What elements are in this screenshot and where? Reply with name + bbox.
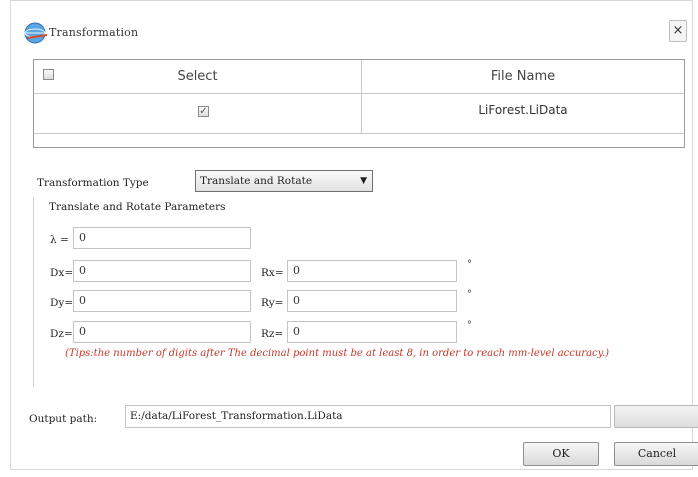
ry-degree-symbol: ° — [467, 289, 472, 300]
dz-input[interactable]: 0 — [73, 321, 251, 343]
lambda-input[interactable]: 0 — [73, 227, 251, 249]
transformation-dialog: Transformation × Select File Name ✓ LiFo… — [10, 0, 698, 470]
dz-label: Dz= — [50, 328, 73, 340]
browse-button[interactable] — [614, 405, 698, 428]
file-name-cell: LiForest.LiData — [478, 103, 568, 117]
parameters-group: Translate and Rotate Parameters λ = 0 Dx… — [33, 191, 685, 389]
app-globe-icon — [23, 21, 49, 45]
column-header-select: Select — [177, 69, 218, 84]
ry-input[interactable]: 0 — [287, 290, 457, 312]
lambda-label: λ = — [50, 234, 69, 246]
accuracy-tip: (Tips:the number of digits after The dec… — [65, 348, 610, 359]
row-select-checkbox[interactable]: ✓ — [198, 106, 209, 117]
rz-label: Rz= — [261, 328, 284, 340]
title-bar: Transformation × — [11, 1, 692, 59]
rx-degree-symbol: ° — [467, 259, 472, 270]
transformation-type-label: Transformation Type — [37, 177, 149, 189]
output-path-label: Output path: — [29, 413, 98, 425]
column-header-file-name: File Name — [490, 69, 556, 84]
close-icon: × — [672, 23, 684, 38]
cancel-button[interactable]: Cancel — [614, 442, 698, 466]
close-button[interactable]: × — [669, 20, 687, 42]
parameters-group-title: Translate and Rotate Parameters — [49, 201, 226, 213]
dx-label: Dx= — [50, 267, 74, 279]
table-row[interactable]: ✓ LiForest.LiData — [34, 93, 684, 134]
column-divider — [361, 60, 362, 133]
dropdown-arrow-icon: ▼ — [360, 176, 367, 186]
group-border — [33, 197, 34, 387]
rx-label: Rx= — [261, 267, 284, 279]
file-grid: Select File Name ✓ LiForest.LiData — [33, 59, 685, 148]
transformation-type-select[interactable]: Translate and Rotate ▼ — [195, 170, 373, 192]
ok-button[interactable]: OK — [523, 442, 599, 466]
window-title: Transformation — [49, 26, 139, 39]
rz-degree-symbol: ° — [467, 320, 472, 331]
output-path-input[interactable]: E:/data/LiForest_Transformation.LiData — [125, 405, 611, 428]
dy-label: Dy= — [50, 297, 74, 309]
grid-header: Select File Name — [34, 60, 684, 94]
dy-input[interactable]: 0 — [73, 290, 251, 312]
rz-input[interactable]: 0 — [287, 321, 457, 343]
ry-label: Ry= — [261, 297, 284, 309]
transformation-type-value: Translate and Rotate — [200, 175, 313, 187]
rx-input[interactable]: 0 — [287, 260, 457, 282]
dx-input[interactable]: 0 — [73, 260, 251, 282]
